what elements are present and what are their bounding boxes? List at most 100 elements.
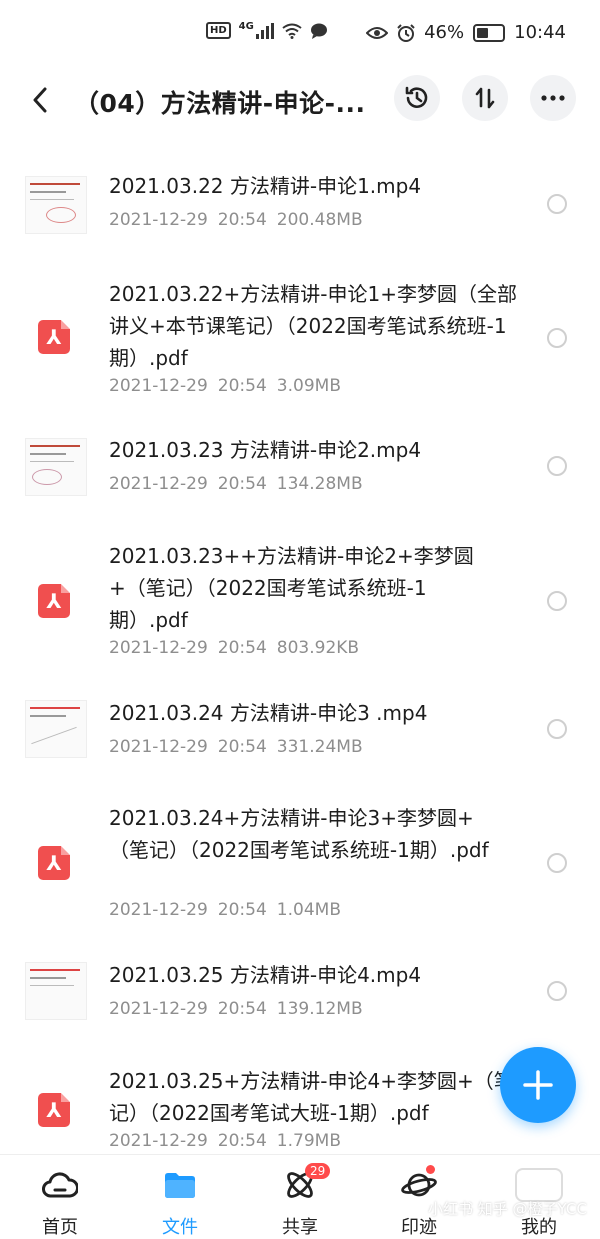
select-radio[interactable] — [547, 194, 567, 214]
notification-badge: 29 — [305, 1163, 331, 1179]
file-name: 2021.03.23 方法精讲-申论2.mp4 — [109, 438, 422, 462]
file-name: 2021.03.24+方法精讲-申论3+李梦圆+（笔记）（2022国考笔试系统班… — [109, 806, 489, 862]
file-date: 2021-12-29 — [109, 1131, 208, 1151]
tab-label: 文件 — [162, 1217, 198, 1238]
file-size: 134.28MB — [276, 474, 363, 494]
file-date: 2021-12-29 — [109, 474, 208, 494]
battery-icon — [473, 23, 506, 42]
file-size: 139.12MB — [276, 999, 363, 1019]
notification-dot — [426, 1165, 435, 1174]
eye-icon — [366, 26, 389, 39]
file-size: 1.04MB — [276, 900, 341, 920]
file-meta: 2021-12-29 20:54 1.04MB — [109, 900, 351, 920]
message-icon — [310, 23, 327, 39]
video-thumbnail — [25, 700, 87, 758]
list-item[interactable]: ⅄ 2021.03.24+方法精讲-申论3+李梦圆+（笔记）（2022国考笔试系… — [0, 802, 600, 922]
tab-files[interactable]: 文件 — [135, 1165, 225, 1239]
select-radio[interactable] — [547, 853, 567, 873]
file-meta: 2021-12-29 20:54 139.12MB — [109, 999, 373, 1019]
file-name: 2021.03.23++方法精讲-申论2+李梦圆+（笔记）（2022国考笔试系统… — [109, 544, 474, 632]
select-radio[interactable] — [547, 981, 567, 1001]
video-thumbnail — [25, 962, 87, 1020]
file-name: 2021.03.25 方法精讲-申论4.mp4 — [109, 963, 422, 987]
file-meta: 2021-12-29 20:54 1.79MB — [109, 1131, 351, 1151]
list-item[interactable]: ⅄ 2021.03.22+方法精讲-申论1+李梦圆（全部讲义+本节课笔记）（20… — [0, 278, 600, 398]
file-meta: 2021-12-29 20:54 3.09MB — [109, 376, 351, 396]
file-size: 1.79MB — [276, 1131, 341, 1151]
signal-icon — [255, 22, 274, 39]
file-date: 2021-12-29 — [109, 376, 208, 396]
tab-home[interactable]: 首页 — [15, 1165, 105, 1239]
file-time: 20:54 — [217, 474, 267, 494]
file-meta: 2021-12-29 20:54 134.28MB — [109, 474, 373, 494]
list-item[interactable]: 2021.03.24 方法精讲-申论3 .mp4 2021-12-29 20:54… — [0, 697, 600, 767]
file-name: 2021.03.22+方法精讲-申论1+李梦圆（全部讲义+本节课笔记）（2022… — [109, 282, 517, 370]
select-radio[interactable] — [547, 591, 567, 611]
file-time: 20:54 — [217, 999, 267, 1019]
file-meta: 2021-12-29 20:54 200.48MB — [109, 210, 373, 230]
file-time: 20:54 — [217, 376, 267, 396]
pdf-icon: ⅄ — [38, 846, 70, 880]
file-name: 2021.03.25+方法精讲-申论4+李梦圆+（笔记）（2022国考笔试大班-… — [109, 1069, 514, 1125]
file-time: 20:54 — [217, 900, 267, 920]
cloud-icon — [42, 1172, 78, 1198]
video-thumbnail — [25, 438, 87, 496]
status-icons-left: HD 4G — [206, 21, 328, 39]
file-meta: 2021-12-29 20:54 803.92KB — [109, 638, 369, 658]
back-button[interactable] — [22, 82, 58, 118]
hd-icon: HD — [206, 22, 231, 39]
plus-icon — [523, 1070, 553, 1100]
file-meta: 2021-12-29 20:54 331.24MB — [109, 737, 373, 757]
profile-icon — [515, 1168, 563, 1202]
tab-label: 共享 — [282, 1217, 318, 1238]
status-bar: HD 4G 46% 10:44 — [0, 0, 600, 70]
file-date: 2021-12-29 — [109, 999, 208, 1019]
folder-icon — [165, 1173, 195, 1198]
file-date: 2021-12-29 — [109, 737, 208, 757]
bottom-tab-bar: 首页 文件 29 共享 印迹 我的 — [0, 1154, 600, 1239]
chevron-left-icon — [33, 87, 47, 113]
file-time: 20:54 — [217, 737, 267, 757]
clock: 10:44 — [514, 22, 566, 43]
app-header: （04）方法精讲-申论-... — [0, 72, 600, 128]
pdf-icon: ⅄ — [38, 584, 70, 618]
select-radio[interactable] — [547, 328, 567, 348]
tab-label: 首页 — [42, 1217, 78, 1238]
wifi-icon — [282, 23, 302, 39]
video-thumbnail — [25, 176, 87, 234]
pdf-icon: ⅄ — [38, 320, 70, 354]
list-item[interactable]: 2021.03.25 方法精讲-申论4.mp4 2021-12-29 20:54 1… — [0, 959, 600, 1029]
more-button[interactable] — [530, 75, 576, 121]
planet-icon — [401, 1173, 437, 1197]
alarm-icon — [397, 23, 415, 42]
tab-share[interactable]: 29 共享 — [255, 1163, 345, 1239]
file-size: 200.48MB — [276, 210, 363, 230]
file-size: 803.92KB — [276, 638, 360, 658]
file-date: 2021-12-29 — [109, 900, 208, 920]
battery-percent: 46% — [424, 22, 465, 43]
select-radio[interactable] — [547, 719, 567, 739]
list-item[interactable]: 2021.03.23 方法精讲-申论2.mp4 2021-12-29 20:54 1… — [0, 434, 600, 504]
list-item[interactable]: ⅄ 2021.03.23++方法精讲-申论2+李梦圆+（笔记）（2022国考笔试… — [0, 540, 600, 660]
file-name: 2021.03.22 方法精讲-申论1.mp4 — [109, 174, 422, 198]
watermark: 小红书 知乎 @橙子YCC — [428, 1200, 587, 1218]
history-icon — [405, 86, 428, 108]
file-size: 331.24MB — [276, 737, 363, 757]
file-date: 2021-12-29 — [109, 210, 208, 230]
select-radio[interactable] — [547, 456, 567, 476]
sort-icon — [475, 87, 495, 109]
file-size: 3.09MB — [276, 376, 341, 396]
file-time: 20:54 — [217, 210, 267, 230]
more-icon — [541, 95, 565, 101]
add-button[interactable] — [500, 1047, 576, 1123]
pdf-icon: ⅄ — [38, 1093, 70, 1127]
status-icons-right: 46% 10:44 — [366, 22, 566, 43]
network-label: 4G — [238, 21, 254, 32]
sort-button[interactable] — [462, 75, 508, 121]
file-name: 2021.03.24 方法精讲-申论3 .mp4 — [109, 701, 428, 725]
history-button[interactable] — [394, 75, 440, 121]
file-time: 20:54 — [217, 1131, 267, 1151]
page-title: （04）方法精讲-申论-... — [74, 89, 366, 118]
file-time: 20:54 — [217, 638, 267, 658]
list-item[interactable]: 2021.03.22 方法精讲-申论1.mp4 2021-12-29 20:54 2… — [0, 170, 600, 240]
